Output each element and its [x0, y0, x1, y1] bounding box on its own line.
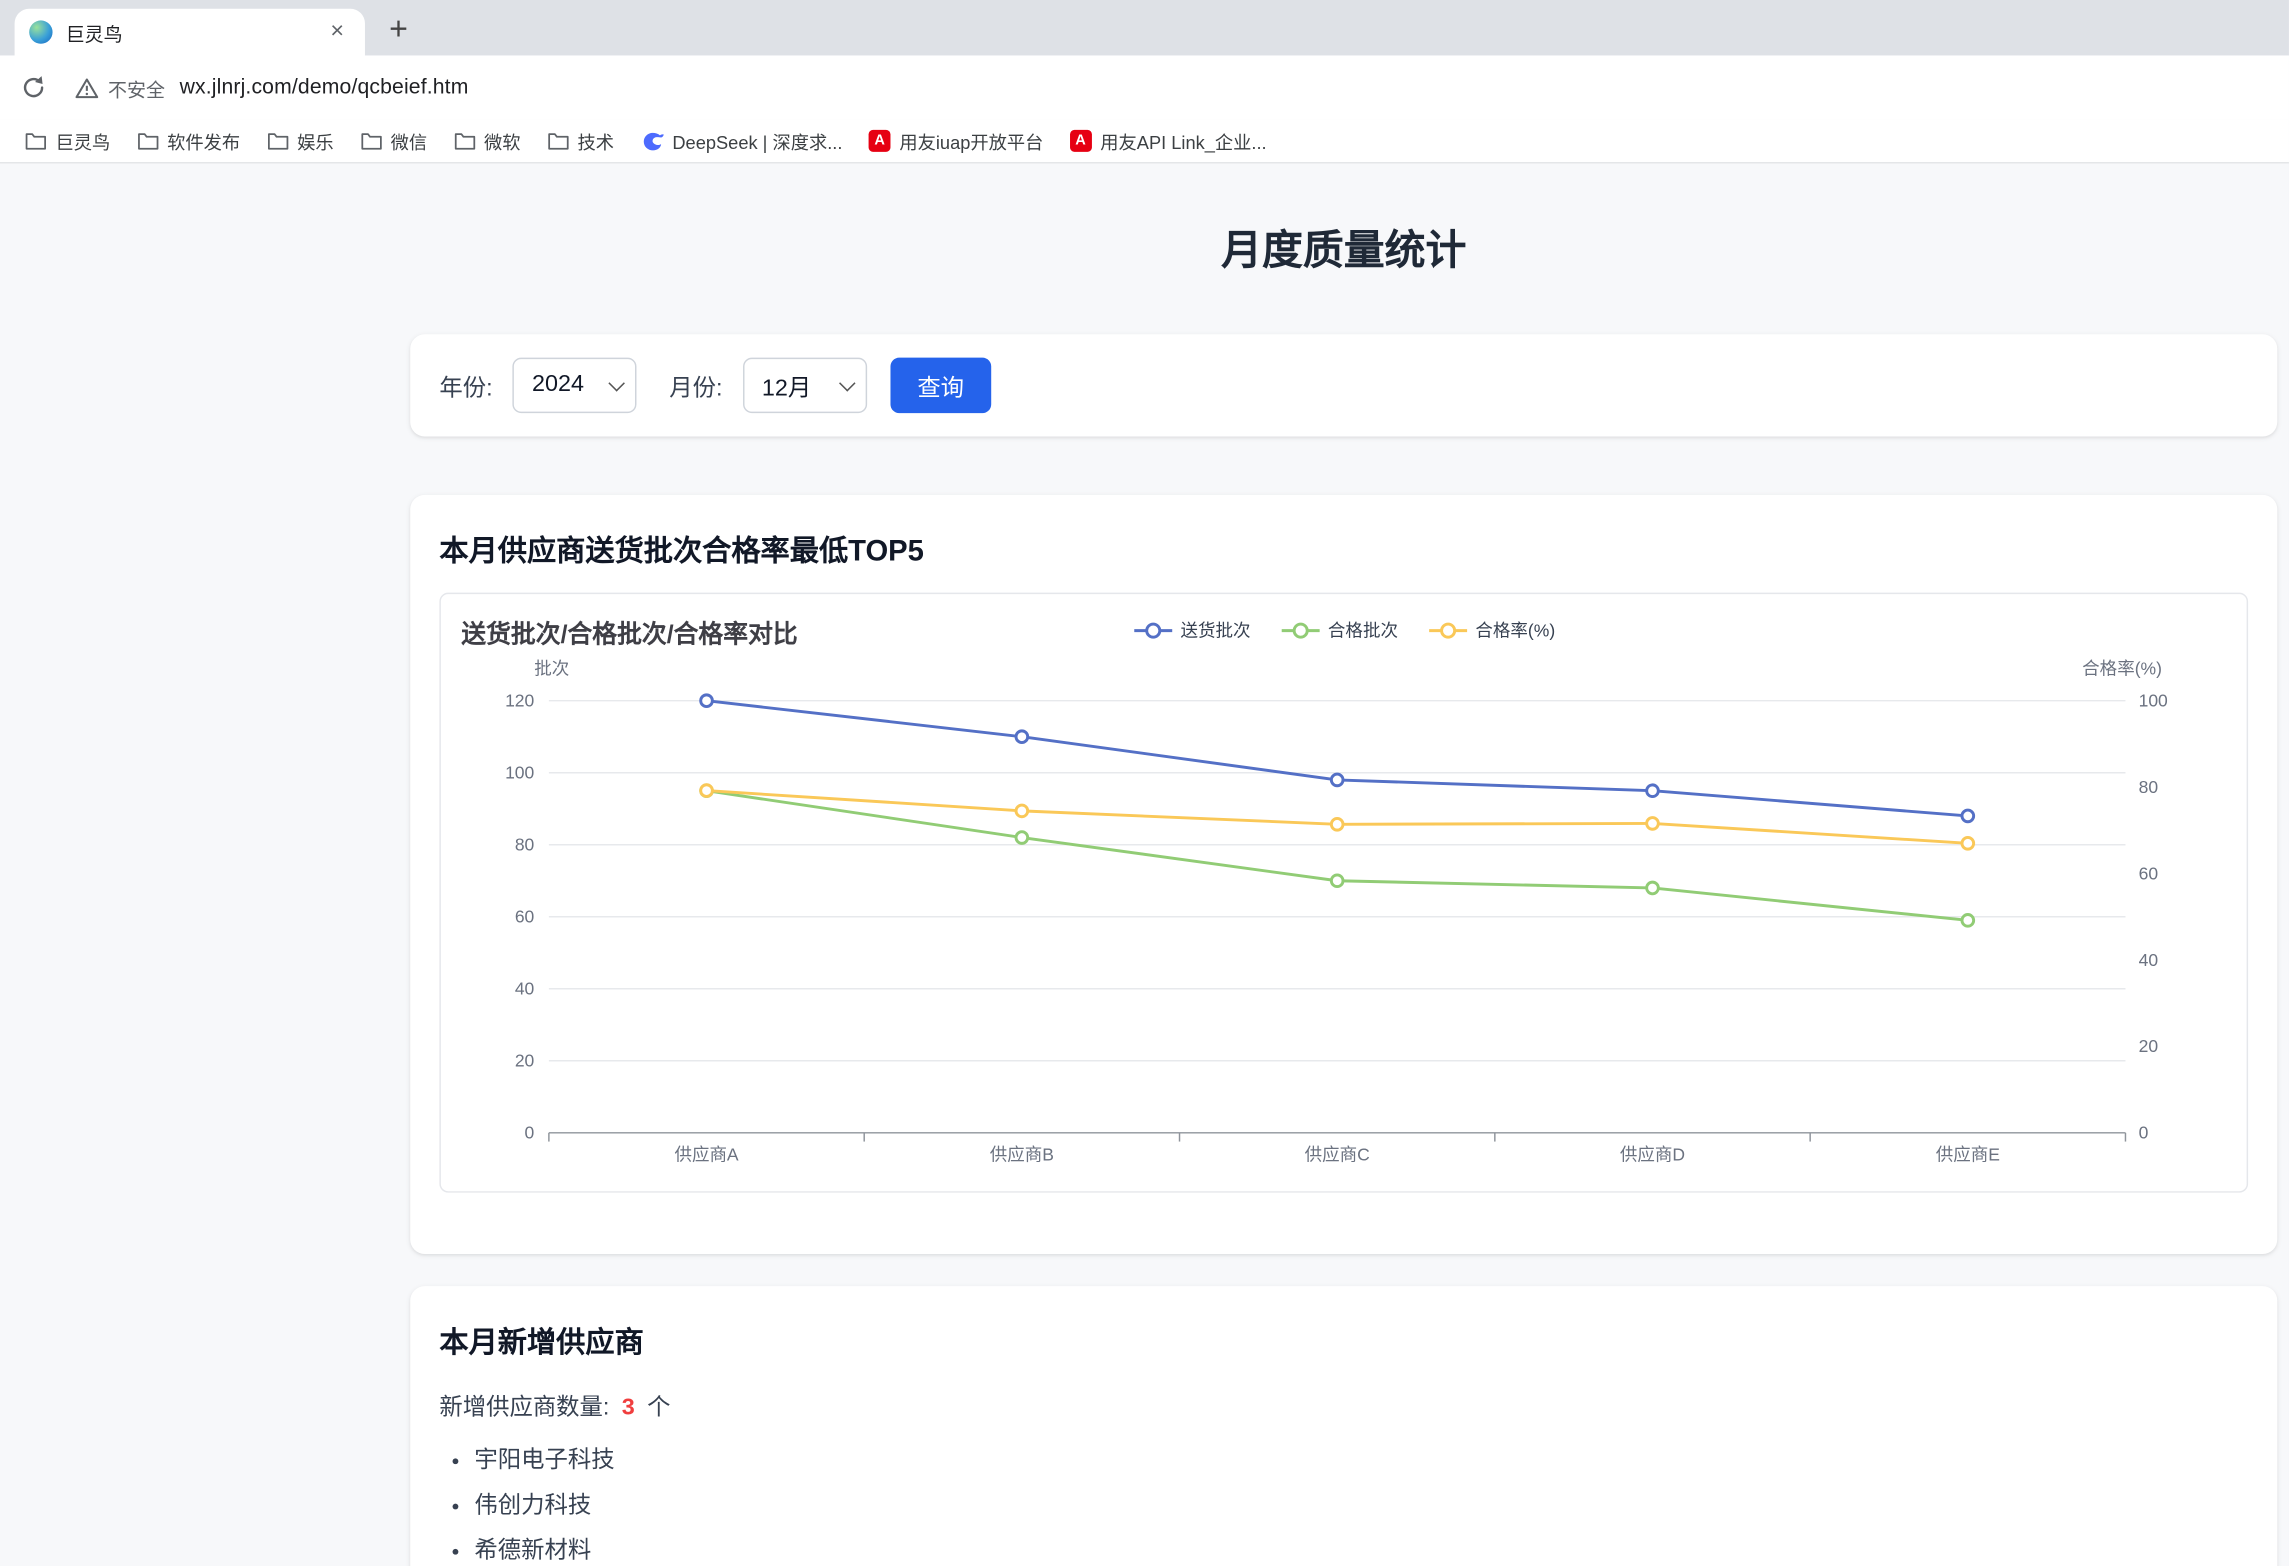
- list-item: 伟创力科技: [474, 1485, 2248, 1520]
- bookmarks-bar: 巨灵鸟 软件发布 娱乐 微信 微软 技术 DeepSeek | 深度求...: [0, 120, 2289, 164]
- url-field[interactable]: wx.jlnrj.com/demo/qcbeief.htm: [180, 76, 469, 99]
- svg-text:供应商B: 供应商B: [990, 1145, 1054, 1165]
- year-select[interactable]: 2024: [513, 358, 637, 413]
- folder-icon: [137, 131, 159, 150]
- bookmark-label: 软件发布: [167, 127, 240, 155]
- top5-card-title: 本月供应商送货批次合格率最低TOP5: [439, 527, 2248, 569]
- bookmark-label: 用友iuap开放平台: [899, 127, 1043, 155]
- bookmark-label: DeepSeek | 深度求...: [672, 127, 842, 155]
- list-item: 宇阳电子科技: [474, 1439, 2248, 1474]
- bookmark-deepseek[interactable]: DeepSeek | 深度求...: [627, 123, 855, 158]
- year-value: 2024: [532, 372, 584, 398]
- month-label: 月份:: [669, 368, 722, 403]
- tab-close-icon[interactable]: ×: [324, 19, 350, 45]
- bookmark-label: 微软: [484, 127, 521, 155]
- bookmark-folder[interactable]: 软件发布: [123, 123, 253, 158]
- bookmark-folder[interactable]: 娱乐: [253, 123, 346, 158]
- svg-text:供应商E: 供应商E: [1936, 1145, 2000, 1165]
- svg-text:80: 80: [515, 835, 535, 855]
- quality-chart-panel: 送货批次/合格批次/合格率对比 送货批次合格批次合格率(%) 批次 合格率(%)…: [439, 593, 2248, 1193]
- list-item: 希德新材料: [474, 1530, 2248, 1565]
- month-select[interactable]: 12月: [743, 358, 867, 413]
- svg-text:80: 80: [2139, 777, 2159, 797]
- svg-text:20: 20: [515, 1051, 535, 1071]
- bookmark-label: 微信: [391, 127, 428, 155]
- filter-bar: 年份: 2024 月份: 12月 查询: [410, 334, 2277, 436]
- bookmark-label: 技术: [577, 127, 614, 155]
- svg-text:供应商C: 供应商C: [1305, 1145, 1370, 1165]
- bookmark-yonyou-api[interactable]: A 用友API Link_企业...: [1057, 123, 1280, 158]
- browser-tab[interactable]: 巨灵鸟 ×: [15, 9, 365, 56]
- chevron-down-icon: [839, 375, 856, 392]
- folder-icon: [360, 131, 382, 150]
- bookmark-folder[interactable]: 微信: [347, 123, 440, 158]
- deepseek-icon: [640, 129, 663, 152]
- svg-text:100: 100: [2139, 691, 2168, 711]
- reload-icon[interactable]: [19, 73, 48, 102]
- bookmark-folder[interactable]: 技术: [534, 123, 627, 158]
- new-tab-button[interactable]: +: [377, 7, 421, 51]
- tab-title: 巨灵鸟: [66, 18, 324, 46]
- new-suppliers-card: 本月新增供应商 新增供应商数量: 3 个 宇阳电子科技 伟创力科技 希德新材料: [410, 1286, 2277, 1566]
- count-suffix: 个: [647, 1396, 670, 1421]
- new-suppliers-count-line: 新增供应商数量: 3 个: [439, 1387, 2248, 1422]
- svg-text:100: 100: [505, 763, 534, 783]
- svg-text:供应商D: 供应商D: [1620, 1145, 1685, 1165]
- month-value: 12月: [762, 368, 811, 403]
- address-toolbar: 不安全 wx.jlnrj.com/demo/qcbeief.htm: [0, 55, 2289, 119]
- site-favicon-icon: [29, 20, 52, 43]
- svg-text:20: 20: [2139, 1036, 2159, 1056]
- svg-text:40: 40: [515, 979, 535, 999]
- browser-window: 巨灵鸟 × + 不安全 wx.jlnrj.com/demo/qcbeief.ht…: [0, 0, 2289, 1566]
- new-suppliers-list: 宇阳电子科技 伟创力科技 希德新材料: [439, 1439, 2248, 1565]
- bookmark-folder[interactable]: 微软: [440, 123, 533, 158]
- svg-text:供应商A: 供应商A: [674, 1145, 738, 1165]
- yonyou-icon: A: [869, 130, 891, 152]
- query-button[interactable]: 查询: [890, 358, 991, 413]
- svg-text:40: 40: [2139, 950, 2159, 970]
- folder-icon: [547, 131, 569, 150]
- page-content: 月度质量统计 年份: 2024 月份: 12月 查询 本月供应商送货批次合格率最…: [410, 163, 2277, 1566]
- security-indicator[interactable]: 不安全: [74, 74, 165, 102]
- bookmark-label: 巨灵鸟: [55, 127, 110, 155]
- year-label: 年份:: [439, 368, 492, 403]
- count-label: 新增供应商数量:: [439, 1396, 609, 1421]
- svg-text:0: 0: [2139, 1123, 2149, 1143]
- tab-strip: 巨灵鸟 × +: [0, 0, 2289, 55]
- folder-icon: [453, 131, 475, 150]
- top5-card: 本月供应商送货批次合格率最低TOP5 送货批次/合格批次/合格率对比 送货批次合…: [410, 495, 2277, 1254]
- bookmark-label: 娱乐: [297, 127, 334, 155]
- count-value: 3: [622, 1396, 635, 1421]
- folder-icon: [266, 131, 288, 150]
- chevron-down-icon: [609, 375, 626, 392]
- yonyou-icon: A: [1070, 130, 1092, 152]
- svg-text:120: 120: [505, 691, 534, 711]
- bookmark-folder[interactable]: 巨灵鸟: [12, 123, 124, 158]
- quality-chart-svg: 0 20 40 60 80 100 120 0 20 40 60 80 100 供应商A 供应商B 供应商C 供…: [441, 594, 2248, 1193]
- folder-icon: [25, 131, 47, 150]
- svg-text:60: 60: [2139, 863, 2159, 883]
- bookmark-yonyou-iuap[interactable]: A 用友iuap开放平台: [856, 123, 1057, 158]
- page-title: 月度质量统计: [410, 219, 2277, 277]
- svg-text:0: 0: [525, 1123, 535, 1143]
- warning-triangle-icon: [74, 75, 99, 100]
- security-label: 不安全: [108, 74, 165, 102]
- new-suppliers-title: 本月新增供应商: [439, 1318, 2248, 1360]
- svg-text:60: 60: [515, 907, 535, 927]
- bookmark-label: 用友API Link_企业...: [1100, 127, 1266, 155]
